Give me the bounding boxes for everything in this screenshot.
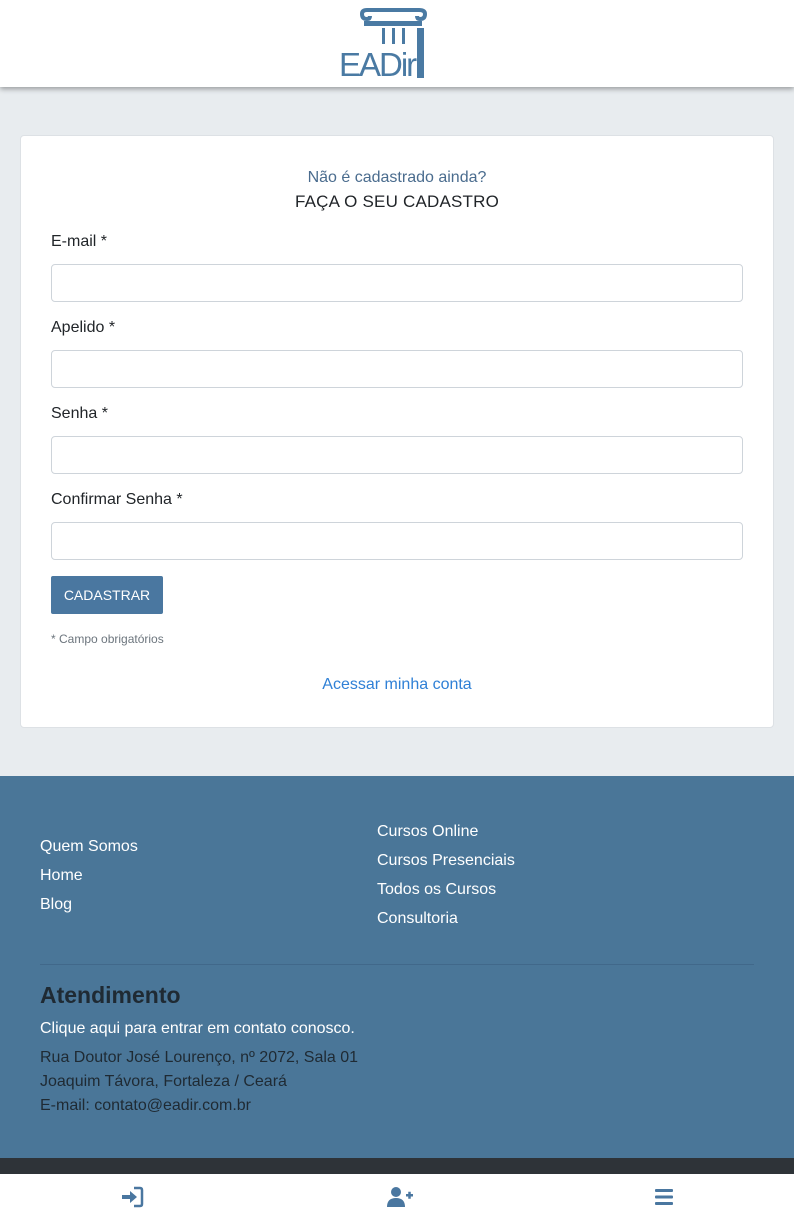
- confirm-password-field[interactable]: [51, 522, 743, 560]
- signup-title: FAÇA O SEU CADASTRO: [294, 192, 500, 211]
- contact-email: E-mail: contato@eadir.com.br: [40, 1097, 251, 1114]
- user-plus-icon[interactable]: [386, 1185, 414, 1209]
- contact-link[interactable]: Clique aqui para entrar em contato conos…: [40, 1020, 355, 1038]
- address-line: Rua Doutor José Lourenço, nº 2072, Sala …: [40, 1049, 359, 1066]
- footer-link-consultoria[interactable]: Consultoria: [377, 910, 458, 928]
- top-header: EADir: [0, 0, 794, 87]
- column-capital-logo-icon: EADir: [339, 8, 428, 83]
- required-fields-note: * Campo obrigatórios: [51, 632, 164, 646]
- footer-link-cursos-online[interactable]: Cursos Online: [377, 823, 478, 841]
- signup-card: Não é cadastrado ainda? FAÇA O SEU CADAS…: [20, 135, 774, 728]
- footer-link-todos-cursos[interactable]: Todos os Cursos: [377, 881, 496, 899]
- register-button[interactable]: CADASTRAR: [51, 576, 163, 614]
- password-label: Senha *: [51, 405, 108, 422]
- site-footer: Quem Somos Home Blog Cursos Online Curso…: [0, 776, 794, 1158]
- email-field[interactable]: [51, 264, 743, 302]
- footer-bottom-bar: [0, 1158, 794, 1174]
- menu-icon[interactable]: [652, 1185, 676, 1209]
- footer-link-cursos-presenciais[interactable]: Cursos Presenciais: [377, 852, 515, 870]
- signup-question: Não é cadastrado ainda?: [307, 169, 487, 186]
- footer-heading: Atendimento: [40, 982, 181, 1008]
- eadir-logo[interactable]: EADir: [337, 8, 449, 83]
- password-field[interactable]: [51, 436, 743, 474]
- footer-link-home[interactable]: Home: [40, 867, 83, 885]
- confirm-password-label: Confirmar Senha *: [51, 491, 183, 508]
- bottom-nav: [0, 1174, 794, 1219]
- logo-wordmark: EADir: [339, 46, 417, 80]
- sign-in-icon[interactable]: [120, 1185, 144, 1209]
- nickname-field[interactable]: [51, 350, 743, 388]
- email-label: E-mail *: [51, 233, 108, 250]
- footer-link-blog[interactable]: Blog: [40, 896, 72, 914]
- address-line: Joaquim Távora, Fortaleza / Ceará: [40, 1073, 287, 1090]
- footer-link-quem-somos[interactable]: Quem Somos: [40, 838, 138, 856]
- login-link[interactable]: Acessar minha conta: [21, 676, 773, 694]
- nickname-label: Apelido *: [51, 319, 116, 336]
- footer-divider: [40, 964, 754, 965]
